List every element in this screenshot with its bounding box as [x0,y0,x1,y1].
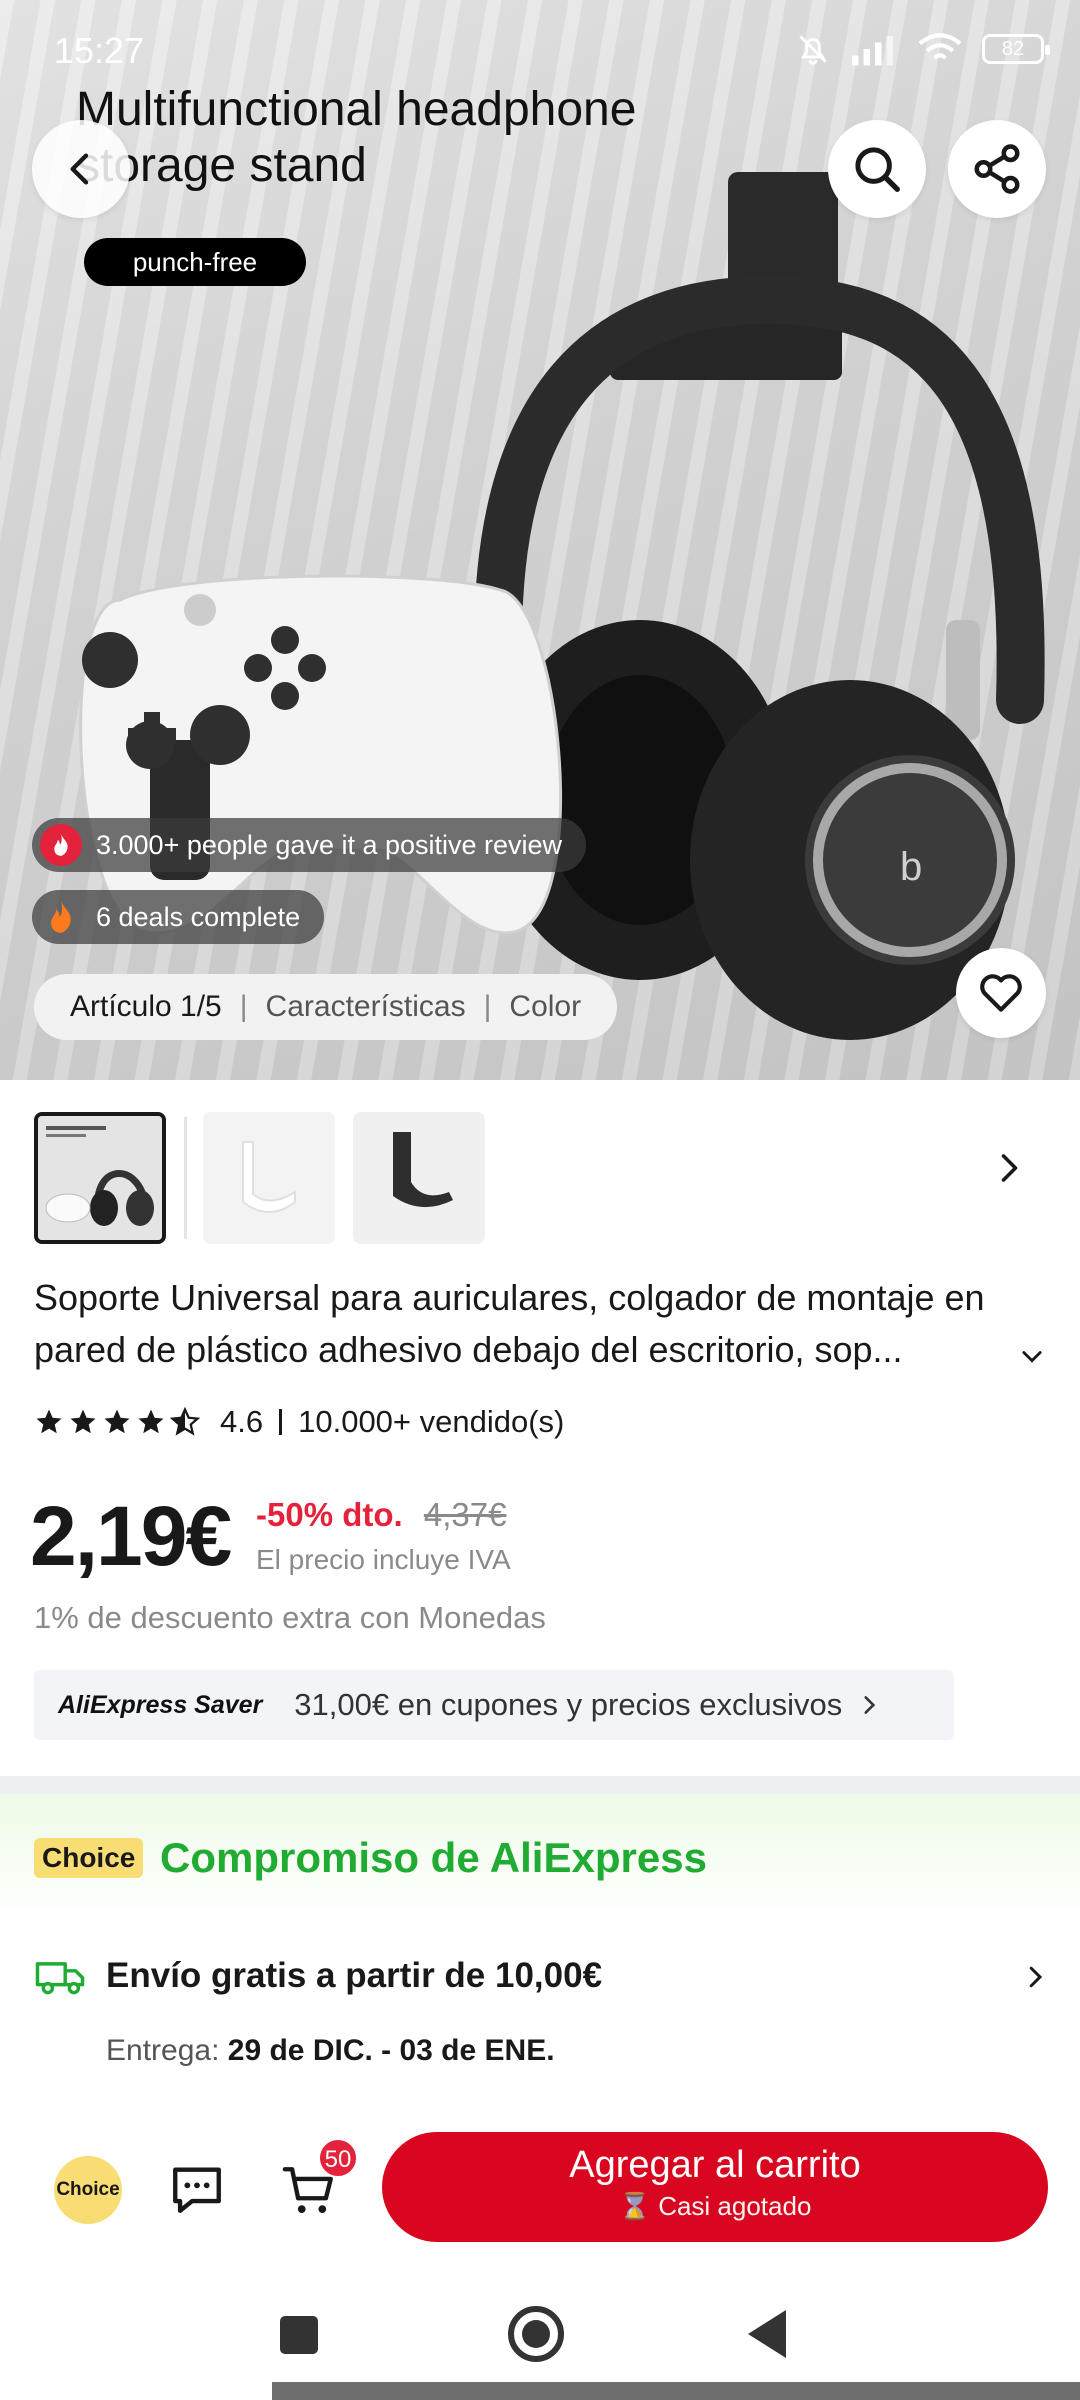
thumbnail-divider [184,1117,187,1239]
saver-text: 31,00€ en cupones y precios exclusivos [294,1687,843,1722]
saver-brand-logo: AliExpress Saver [58,1690,263,1719]
star-rating [34,1407,200,1437]
deals-complete-badge: 6 deals complete [32,890,325,944]
free-shipping-row[interactable]: Envío gratis a partir de 10,00€ [34,1956,602,1996]
status-time: 15:27 [54,30,145,71]
original-price: 4,37€ [423,1496,507,1533]
sold-count: 10.000+ vendido(s) [298,1404,565,1439]
thumbnail-1[interactable] [34,1112,166,1244]
signal-icon [852,35,894,66]
fire-icon [40,824,82,866]
status-bar: 15:27 82 [0,0,1080,100]
cart-count-badge: 50 [318,2138,358,2178]
low-stock-text: Casi agotado [658,2191,812,2221]
chevron-right-icon[interactable] [1020,1962,1050,1992]
home-button[interactable] [508,2306,564,2362]
share-icon [974,144,1020,194]
wifi-icon [918,33,962,60]
chevron-right-icon[interactable] [990,1150,1026,1186]
recent-apps-button[interactable] [280,2316,318,2354]
system-back-button[interactable] [748,2310,786,2358]
gesture-bar [272,2382,1080,2400]
svg-text:b: b [900,845,922,889]
tab-separator: | [483,990,492,1023]
thumbnail-strip [34,1112,503,1244]
chevron-down-icon[interactable] [1018,1342,1046,1370]
tab-separator: | [239,990,248,1023]
battery-icon: 82 [982,34,1050,64]
rating-separator [279,1409,283,1435]
positive-review-badge: 3.000+ people gave it a positive review [32,818,587,872]
product-title-text: Soporte Universal para auriculares, colg… [34,1277,985,1370]
star-icon [36,1409,62,1434]
tab-caracteristicas[interactable]: Características [266,990,466,1024]
delivery-dates: 29 de DIC. - 03 de ENE. [227,2034,555,2067]
delivery-truck-icon [35,1962,85,1995]
star-half-icon [170,1407,200,1436]
search-icon [855,147,900,192]
thumbnail-image [203,1112,335,1244]
delivery-label: Entrega: [106,2034,220,2067]
add-to-cart-button[interactable]: Agregar al carrito ⌛ Casi agotado [382,2132,1048,2242]
punch-free-tag: punch-free [84,238,306,286]
chevron-left-icon [70,153,89,185]
section-divider [0,1776,1080,1794]
delivery-estimate: Entrega: 29 de DIC. - 03 de ENE. [106,2034,555,2068]
tab-color[interactable]: Color [509,990,581,1024]
back-button[interactable] [32,120,130,218]
system-navigation-bar [0,2264,1080,2400]
positive-review-text: 3.000+ people gave it a positive review [96,829,563,860]
chevron-right-icon [864,1696,876,1714]
search-button[interactable] [828,120,926,218]
thumbnail-2[interactable] [203,1112,335,1244]
product-image-gallery[interactable]: b 15:27 82 Multifunctional headphone sto… [0,0,1080,1080]
heart-icon [980,974,1022,1012]
choice-store-button[interactable]: Choice [54,2156,122,2224]
rating-value: 4.6 [220,1404,264,1439]
bell-muted-icon [799,35,827,65]
choice-badge: Choice [34,1838,144,1878]
low-stock-note: ⌛ Casi agotado [382,2191,1048,2222]
message-icon[interactable] [168,2160,226,2218]
image-category-tabs: Artículo 1/5 | Características | Color [34,974,618,1040]
status-icons: 82 [794,30,1050,68]
aliexpress-saver-banner[interactable]: AliExpress Saver 31,00€ en cupones y pre… [34,1670,954,1740]
choice-commitment-title: Compromiso de AliExpress [160,1834,707,1881]
thumbnail-image [353,1112,485,1244]
rating-row[interactable]: 4.6 10.000+ vendido(s) [34,1404,564,1440]
thumbnail-3[interactable] [353,1112,485,1244]
product-title[interactable]: Soporte Universal para auriculares, colg… [34,1272,1044,1376]
coins-discount-note: 1% de descuento extra con Monedas [34,1600,546,1635]
add-to-cart-label: Agregar al carrito [569,2144,861,2186]
wishlist-button[interactable] [956,948,1046,1038]
star-icon [138,1409,164,1434]
discount-info: -50% dto. 4,37€ [256,1496,506,1534]
flame-icon [40,896,82,938]
hourglass-icon: ⌛ [618,2191,651,2221]
star-icon [104,1409,130,1434]
star-icon [70,1409,96,1434]
current-price: 2,19€ [30,1489,232,1583]
discount-percent: -50% dto. [256,1496,403,1533]
free-shipping-text: Envío gratis a partir de 10,00€ [106,1956,603,1995]
choice-commitment-section: Choice Compromiso de AliExpress Envío gr… [0,1794,1080,2114]
bottom-action-bar: Choice 50 Agregar al carrito ⌛ Casi agot… [0,2108,1080,2264]
tab-articulo[interactable]: Artículo 1/5 [70,990,222,1024]
deals-complete-text: 6 deals complete [96,901,301,932]
thumbnail-image [38,1116,162,1240]
share-button[interactable] [948,120,1046,218]
vat-note: El precio incluye IVA [256,1544,511,1575]
hero-caption-line2: storage stand [76,139,367,192]
